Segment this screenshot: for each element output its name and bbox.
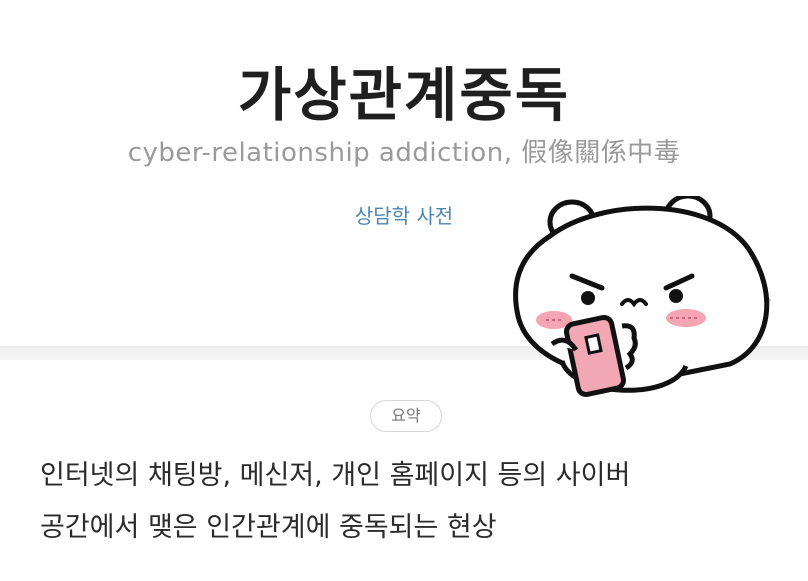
summary-text: 인터넷의 채팅방, 메신저, 개인 홈페이지 등의 사이버 공간에서 맺은 인간… bbox=[40, 450, 780, 554]
page-title: 가상관계중독 bbox=[237, 61, 571, 129]
summary-text-line: 공간에서 맺은 인간관계에 중독되는 현상 bbox=[40, 512, 497, 543]
bear-with-phone-sticker-icon bbox=[510, 193, 780, 406]
summary-text-line: 인터넷의 채팅방, 메신저, 개인 홈페이지 등의 사이버 bbox=[40, 460, 631, 491]
summary-badge: 요약 bbox=[370, 400, 442, 432]
entry-subtitle: cyber-relationship addiction, 假像關係中毒 bbox=[127, 138, 681, 168]
